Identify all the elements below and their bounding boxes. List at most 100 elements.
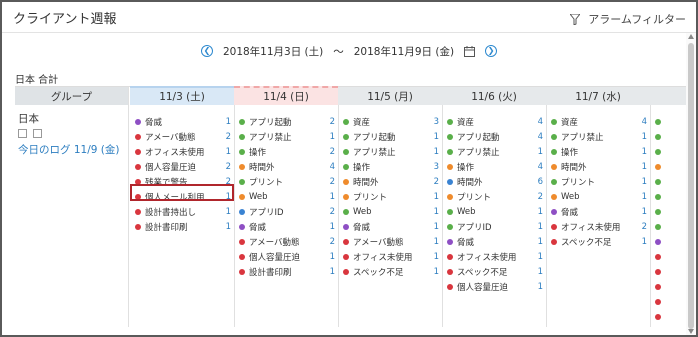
alarm-item[interactable]: Web 1	[447, 204, 543, 219]
alarm-count[interactable]: 2	[330, 177, 335, 187]
vertical-scrollbar[interactable]	[686, 33, 696, 335]
alarm-count[interactable]: 1	[330, 192, 335, 202]
alarm-item[interactable]: 脅威 1	[343, 219, 439, 234]
day-column-header[interactable]: 11/6 (火)	[442, 87, 546, 105]
alarm-count[interactable]: 1	[330, 267, 335, 277]
alarm-item[interactable]: オフィス未使用 1	[135, 144, 231, 159]
alarm-count[interactable]: 1	[434, 192, 439, 202]
alarm-count[interactable]: 4	[642, 117, 647, 127]
alarm-count[interactable]: 1	[642, 192, 647, 202]
user-small-icon[interactable]	[33, 129, 42, 138]
alarm-count[interactable]: 1	[538, 237, 543, 247]
alarm-count[interactable]: 1	[226, 117, 231, 127]
alarm-item[interactable]: アプリ禁止 1	[343, 144, 439, 159]
alarm-count[interactable]: 1	[226, 147, 231, 157]
alarm-count[interactable]: 2	[226, 132, 231, 142]
alarm-count[interactable]: 2	[434, 177, 439, 187]
alarm-item[interactable]: 資産 4	[447, 114, 543, 129]
alarm-count[interactable]: 2	[226, 162, 231, 172]
alarm-count[interactable]: 1	[538, 147, 543, 157]
prev-week-icon[interactable]: ❮	[200, 45, 213, 57]
alarm-count[interactable]: 2	[330, 207, 335, 217]
alarm-item[interactable]: アプリID 1	[447, 219, 543, 234]
alarm-count[interactable]: 2	[330, 117, 335, 127]
alarm-item[interactable]: 操作 4	[447, 159, 543, 174]
alarm-item[interactable]: 個人容量圧迫 2	[135, 159, 231, 174]
alarm-item[interactable]: アメーバ動態 2	[239, 234, 335, 249]
alarm-item[interactable]: アメーバ動態 2	[135, 129, 231, 144]
today-log-link[interactable]: 今日のログ 11/9 (金)	[18, 142, 119, 157]
scroll-up-icon[interactable]	[688, 34, 694, 39]
alarm-count[interactable]: 4	[538, 117, 543, 127]
alarm-item[interactable]: 設計書持出し 1	[135, 204, 231, 219]
alarm-count[interactable]: 2	[642, 222, 647, 232]
alarm-count[interactable]: 1	[434, 132, 439, 142]
alarm-item[interactable]: 脅威 1	[239, 219, 335, 234]
alarm-item[interactable]: プリント 1	[551, 174, 647, 189]
alarm-item[interactable]: スペック不足 1	[343, 264, 439, 279]
alarm-count[interactable]: 1	[538, 222, 543, 232]
alarm-count[interactable]: 1	[434, 267, 439, 277]
day-column-header[interactable]: 11/7 (水)	[546, 87, 650, 105]
alarm-item[interactable]: 操作 3	[343, 159, 439, 174]
alarm-count[interactable]: 6	[538, 177, 543, 187]
alarm-count[interactable]: 1	[330, 132, 335, 142]
alarm-item[interactable]: オフィス未使用 1	[447, 249, 543, 264]
alarm-item[interactable]: オフィス未使用 2	[551, 219, 647, 234]
scroll-down-icon[interactable]	[688, 329, 694, 334]
alarm-item[interactable]: 脅威 1	[135, 114, 231, 129]
calendar-small-icon[interactable]	[18, 129, 27, 138]
alarm-item[interactable]: 設計書印刷 1	[239, 264, 335, 279]
alarm-item[interactable]: プリント 2	[447, 189, 543, 204]
alarm-item[interactable]: 資産 4	[551, 114, 647, 129]
alarm-count[interactable]: 3	[434, 162, 439, 172]
alarm-count[interactable]: 1	[642, 237, 647, 247]
alarm-item[interactable]: アプリ禁止 1	[447, 144, 543, 159]
alarm-count[interactable]: 1	[434, 252, 439, 262]
alarm-item[interactable]: Web 1	[343, 204, 439, 219]
alarm-item[interactable]: 操作 1	[551, 144, 647, 159]
alarm-item[interactable]: スペック不足 1	[551, 234, 647, 249]
alarm-item[interactable]: 時間外 4	[239, 159, 335, 174]
alarm-count[interactable]: 1	[434, 222, 439, 232]
alarm-count[interactable]: 1	[434, 237, 439, 247]
alarm-item[interactable]: 資産 3	[343, 114, 439, 129]
alarm-item[interactable]: アプリ禁止 1	[551, 129, 647, 144]
alarm-item[interactable]: 時間外 6	[447, 174, 543, 189]
alarm-item[interactable]: アプリ起動 1	[343, 129, 439, 144]
alarm-item[interactable]: 脅威 1	[551, 204, 647, 219]
alarm-count[interactable]: 2	[538, 192, 543, 202]
alarm-count[interactable]: 1	[330, 222, 335, 232]
alarm-item[interactable]: Web 1	[239, 189, 335, 204]
alarm-item[interactable]: プリント 2	[239, 174, 335, 189]
alarm-count[interactable]: 2	[330, 147, 335, 157]
alarm-item[interactable]: 脅威 1	[447, 234, 543, 249]
alarm-count[interactable]: 4	[538, 132, 543, 142]
alarm-count[interactable]: 1	[642, 132, 647, 142]
alarm-count[interactable]: 1	[434, 207, 439, 217]
alarm-count[interactable]: 1	[538, 282, 543, 292]
alarm-count[interactable]: 1	[642, 147, 647, 157]
alarm-item[interactable]: アメーバ動態 1	[343, 234, 439, 249]
scroll-thumb[interactable]	[688, 43, 694, 329]
alarm-item[interactable]: 個人容量圧迫 1	[447, 279, 543, 294]
calendar-icon[interactable]	[464, 45, 476, 57]
next-week-icon[interactable]: ❯	[485, 45, 498, 57]
alarm-item[interactable]: 操作 2	[239, 144, 335, 159]
alarm-count[interactable]: 1	[642, 162, 647, 172]
alarm-item[interactable]: オフィス未使用 1	[343, 249, 439, 264]
alarm-count[interactable]: 1	[538, 207, 543, 217]
alarm-count[interactable]: 1	[642, 177, 647, 187]
alarm-count[interactable]: 2	[330, 237, 335, 247]
day-column-header[interactable]: 11/5 (月)	[338, 87, 442, 105]
alarm-count[interactable]: 1	[226, 222, 231, 232]
alarm-count[interactable]: 1	[434, 147, 439, 157]
alarm-item[interactable]: 時間外 1	[551, 159, 647, 174]
day-column-header[interactable]: 11/4 (日)	[234, 86, 338, 105]
alarm-item[interactable]: アプリID 2	[239, 204, 335, 219]
alarm-count[interactable]: 3	[434, 117, 439, 127]
alarm-count[interactable]: 1	[330, 252, 335, 262]
alarm-item[interactable]: 時間外 2	[343, 174, 439, 189]
day-column-header[interactable]: 11/3 (土)	[130, 86, 234, 105]
alarm-item[interactable]: アプリ起動 2	[239, 114, 335, 129]
